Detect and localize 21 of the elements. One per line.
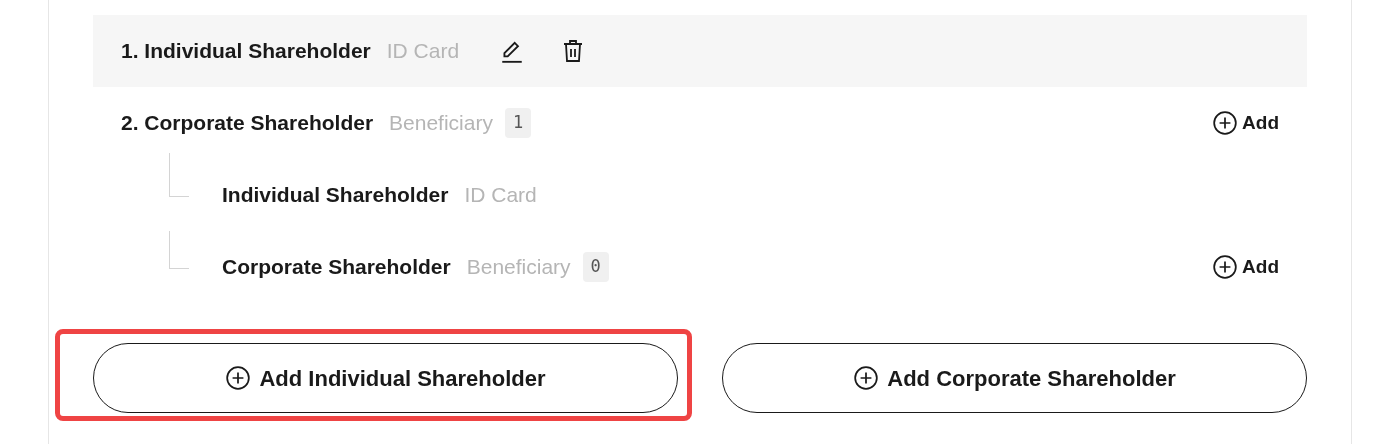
add-button[interactable]: Add — [1212, 108, 1279, 138]
plus-circle-icon — [1212, 110, 1239, 136]
plus-circle-icon — [853, 365, 880, 391]
count-badge: 0 — [582, 252, 609, 282]
document-type: ID Card — [464, 182, 537, 209]
document-type: Beneficiary — [389, 110, 493, 137]
shareholder-name: Individual Shareholder — [222, 182, 449, 209]
tree-connector — [169, 231, 189, 269]
document-type: Beneficiary — [466, 254, 571, 281]
tree-connector — [169, 153, 189, 197]
shareholder-name: Corporate Shareholder — [222, 254, 451, 281]
count-badge: 1 — [504, 108, 532, 138]
plus-circle-icon — [1212, 254, 1239, 280]
shareholder-name: 2. Corporate Shareholder — [121, 110, 374, 137]
add-shareholder-button[interactable]: Add Corporate Shareholder — [722, 343, 1307, 413]
document-type: ID Card — [386, 38, 460, 65]
add-button[interactable]: Add — [1212, 252, 1279, 282]
plus-circle-icon — [225, 365, 252, 391]
add-shareholder-button[interactable]: Add Individual Shareholder — [93, 343, 678, 413]
shareholder-name: 1. Individual Shareholder — [121, 38, 371, 65]
shareholder-row[interactable]: 1. Individual Shareholder ID Card — [93, 15, 1307, 87]
